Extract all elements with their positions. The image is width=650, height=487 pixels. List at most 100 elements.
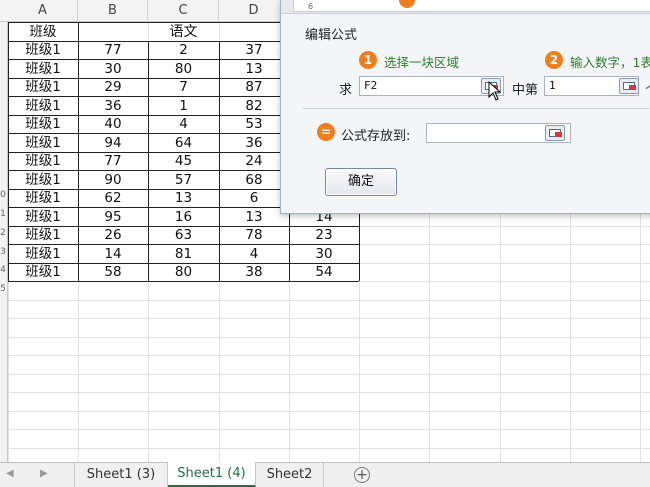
row-number[interactable]: 5 — [0, 284, 8, 294]
table-cell[interactable]: 6 — [219, 189, 289, 207]
table-cell[interactable]: 95 — [78, 208, 148, 226]
table-cell[interactable]: 2 — [148, 41, 219, 59]
left-arrow-icon[interactable]: ◀ — [6, 468, 14, 479]
table-cell[interactable]: 37 — [219, 41, 289, 59]
sheet-tab-0[interactable]: Sheet1 (3) — [74, 463, 168, 487]
table-cell[interactable]: 14 — [78, 245, 148, 263]
table-cell[interactable]: 36 — [78, 97, 148, 115]
zhongdi-label: 中第 — [512, 83, 539, 98]
number-picker-icon-accent — [629, 85, 636, 90]
table-cell[interactable]: 62 — [78, 189, 148, 207]
step-2-badge-icon: 2 — [545, 51, 563, 69]
gridline-horizontal — [8, 448, 650, 449]
table-cell[interactable]: 班级1 — [8, 189, 78, 207]
table-cell[interactable]: 38 — [219, 263, 289, 281]
sheet-tab-bar: ◀ ▶ Sheet1 (3) Sheet1 (4) Sheet2 + — [0, 462, 650, 487]
table-cell[interactable]: 13 — [219, 208, 289, 226]
step-1-label: 选择一块区域 — [384, 55, 460, 70]
gridline-horizontal — [8, 300, 650, 301]
table-cell[interactable]: 7 — [148, 78, 219, 96]
column-header[interactable]: D — [219, 0, 289, 22]
table-cell[interactable]: 班级1 — [8, 245, 78, 263]
table-cell[interactable]: 94 — [78, 134, 148, 152]
dialog-separator — [303, 108, 649, 109]
row-number[interactable]: 2 — [0, 228, 8, 238]
table-border-horizontal — [8, 263, 359, 264]
table-cell[interactable]: 16 — [148, 208, 219, 226]
table-cell[interactable]: 班级1 — [8, 97, 78, 115]
table-cell[interactable]: 23 — [289, 226, 359, 244]
table-cell[interactable]: 1 — [148, 97, 219, 115]
sheet-tab-1[interactable]: Sheet1 (4) — [168, 462, 256, 487]
column-header[interactable]: A — [8, 0, 78, 22]
table-cell[interactable]: 班级1 — [8, 41, 78, 59]
header-cell-class[interactable]: 班级 — [8, 23, 78, 41]
table-cell[interactable]: 30 — [78, 60, 148, 78]
equals-badge-icon: = — [317, 123, 335, 141]
table-cell[interactable]: 班级1 — [8, 60, 78, 78]
header-cell-chinese[interactable]: 语文 — [78, 23, 289, 41]
table-cell[interactable]: 36 — [219, 134, 289, 152]
table-cell[interactable]: 80 — [148, 263, 219, 281]
trailing-char: 个 — [645, 79, 650, 98]
gridline-horizontal — [8, 337, 650, 338]
store-picker-button[interactable] — [545, 125, 565, 141]
store-picker-icon-accent — [555, 132, 562, 137]
table-cell[interactable]: 班级1 — [8, 152, 78, 170]
table-border-vertical — [219, 41, 220, 282]
table-border-horizontal — [8, 226, 359, 227]
table-cell[interactable]: 90 — [78, 171, 148, 189]
table-cell[interactable]: 45 — [148, 152, 219, 170]
table-border-horizontal — [8, 244, 359, 245]
table-cell[interactable]: 4 — [148, 115, 219, 133]
table-cell[interactable]: 40 — [78, 115, 148, 133]
table-cell[interactable]: 26 — [78, 226, 148, 244]
add-sheet-button[interactable]: + — [354, 467, 370, 483]
row-number[interactable]: 4 — [0, 265, 8, 275]
sheet-tab-2[interactable]: Sheet2 — [256, 463, 324, 487]
table-cell[interactable]: 13 — [148, 189, 219, 207]
table-cell[interactable]: 53 — [219, 115, 289, 133]
table-cell[interactable]: 24 — [219, 152, 289, 170]
table-cell[interactable]: 29 — [78, 78, 148, 96]
table-cell[interactable]: 82 — [219, 97, 289, 115]
right-arrow-icon[interactable]: ▶ — [40, 468, 48, 479]
table-cell[interactable]: 77 — [78, 152, 148, 170]
table-cell[interactable]: 班级1 — [8, 208, 78, 226]
gridline-horizontal — [8, 429, 650, 430]
number-picker-button[interactable] — [619, 78, 639, 94]
table-cell[interactable]: 54 — [289, 263, 359, 281]
gridline-horizontal — [8, 318, 650, 319]
row-number[interactable]: 3 — [0, 247, 8, 257]
table-cell[interactable]: 58 — [78, 263, 148, 281]
table-cell[interactable]: 81 — [148, 245, 219, 263]
table-cell[interactable]: 班级1 — [8, 171, 78, 189]
table-cell[interactable]: 64 — [148, 134, 219, 152]
table-cell[interactable]: 87 — [219, 78, 289, 96]
column-header[interactable]: B — [78, 0, 148, 22]
table-cell[interactable]: 班级1 — [8, 226, 78, 244]
mouse-cursor-icon — [488, 81, 502, 101]
table-cell[interactable]: 63 — [148, 226, 219, 244]
table-cell[interactable]: 57 — [148, 171, 219, 189]
table-border-vertical — [78, 22, 79, 281]
step-1-badge-icon: 1 — [359, 51, 377, 69]
row-number[interactable]: 1 — [0, 209, 8, 219]
table-cell[interactable]: 班级1 — [8, 263, 78, 281]
table-cell[interactable]: 80 — [148, 60, 219, 78]
table-cell[interactable]: 78 — [219, 226, 289, 244]
top-partial-text: 6 — [308, 2, 314, 11]
store-label: 公式存放到: — [341, 129, 411, 144]
ok-button[interactable]: 确定 — [325, 168, 397, 196]
table-cell[interactable]: 77 — [78, 41, 148, 59]
spreadsheet-window: A B C D 0 1 2 3 4 5 班级 语文 班级1 77 2 37 班级1 30 80 13 班级1 29 7 87 班… — [0, 0, 650, 487]
table-cell[interactable]: 13 — [219, 60, 289, 78]
table-cell[interactable]: 68 — [219, 171, 289, 189]
table-cell[interactable]: 班级1 — [8, 78, 78, 96]
row-number[interactable]: 0 — [0, 190, 8, 200]
table-cell[interactable]: 30 — [289, 245, 359, 263]
column-header[interactable]: C — [148, 0, 219, 22]
table-cell[interactable]: 班级1 — [8, 134, 78, 152]
table-cell[interactable]: 班级1 — [8, 115, 78, 133]
table-cell[interactable]: 4 — [219, 245, 289, 263]
